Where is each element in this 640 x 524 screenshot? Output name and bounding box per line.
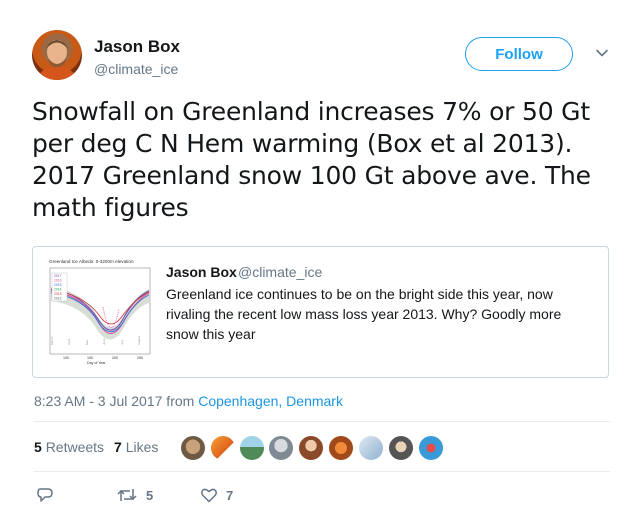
svg-text:250: 250: [137, 356, 143, 360]
reply-icon: [37, 488, 53, 502]
svg-text:2013: 2013: [54, 292, 62, 296]
svg-text:200: 200: [112, 356, 118, 360]
tweet-actions: 5 7: [34, 486, 434, 506]
thumbnail-xlabel: Day of Year: [87, 361, 106, 365]
svg-text:100: 100: [63, 356, 69, 360]
liker-avatar-9[interactable]: [418, 435, 444, 461]
tweet-stats: 5 Retweets 7 Likes: [34, 439, 158, 455]
retweet-icon: [117, 489, 137, 501]
chevron-down-icon[interactable]: [594, 45, 610, 61]
svg-text:2017: 2017: [54, 274, 62, 278]
like-count: 7: [226, 487, 234, 503]
liker-avatar-6[interactable]: [328, 435, 354, 461]
divider-top: [34, 421, 610, 422]
svg-text:150: 150: [87, 356, 93, 360]
reply-button[interactable]: [36, 486, 54, 504]
svg-text:August: August: [137, 335, 141, 345]
thumbnail-legend: 2017 2016 2015 2014 2013 2012: [51, 272, 68, 302]
liker-avatar-1[interactable]: [180, 435, 206, 461]
location-link[interactable]: Copenhagen, Denmark: [198, 393, 343, 409]
liker-avatar-8[interactable]: [388, 435, 414, 461]
quoted-author-handle[interactable]: @climate_ice: [238, 264, 322, 280]
svg-text:July: July: [120, 339, 124, 345]
svg-text:2016: 2016: [54, 279, 62, 283]
author-name[interactable]: Jason Box: [94, 37, 180, 57]
quoted-author-name[interactable]: Jason Box: [166, 264, 237, 280]
svg-text:2015: 2015: [54, 283, 62, 287]
liker-avatar-3[interactable]: [239, 435, 265, 461]
retweet-button[interactable]: 5: [116, 486, 153, 504]
tweet-text: Snowfall on Greenland increases 7% or 50…: [32, 97, 591, 222]
svg-text:2012: 2012: [54, 297, 62, 301]
likes-stat[interactable]: 7 Likes: [114, 439, 158, 455]
avatar-portrait-icon: [36, 40, 78, 80]
retweet-count: 5: [146, 487, 154, 503]
quoted-tweet-text: Greenland ice continues to be on the bri…: [166, 286, 562, 342]
thumbnail-title: Greenland Ice Albedo: 0-3200m elevation: [49, 259, 134, 264]
follow-button[interactable]: Follow: [465, 37, 573, 71]
liker-avatar-5[interactable]: [298, 435, 324, 461]
svg-text:March: March: [50, 336, 54, 345]
svg-text:May: May: [85, 339, 89, 345]
like-button[interactable]: 7: [200, 486, 233, 504]
liker-avatar-7[interactable]: [358, 435, 384, 461]
divider-bottom: [34, 471, 610, 472]
albedo-chart-thumbnail: Greenland Ice Albedo: 0-3200m elevation …: [43, 257, 155, 369]
author-avatar[interactable]: [32, 30, 82, 80]
tweet-header: Jason Box @climate_ice Follow: [32, 30, 622, 82]
svg-text:April: April: [67, 339, 71, 345]
timestamp-time[interactable]: 8:23 AM - 3 Jul 2017 from: [34, 393, 198, 409]
svg-text:2014: 2014: [54, 288, 62, 292]
author-handle[interactable]: @climate_ice: [94, 61, 178, 77]
heart-icon: [201, 488, 217, 503]
liker-avatar-2[interactable]: [210, 435, 236, 461]
svg-text:June: June: [102, 338, 106, 345]
tweet-timestamp: 8:23 AM - 3 Jul 2017 from Copenhagen, De…: [34, 393, 343, 409]
liker-avatar-4[interactable]: [268, 435, 294, 461]
quoted-tweet[interactable]: Greenland Ice Albedo: 0-3200m elevation …: [32, 246, 609, 378]
retweets-stat[interactable]: 5 Retweets: [34, 439, 104, 455]
